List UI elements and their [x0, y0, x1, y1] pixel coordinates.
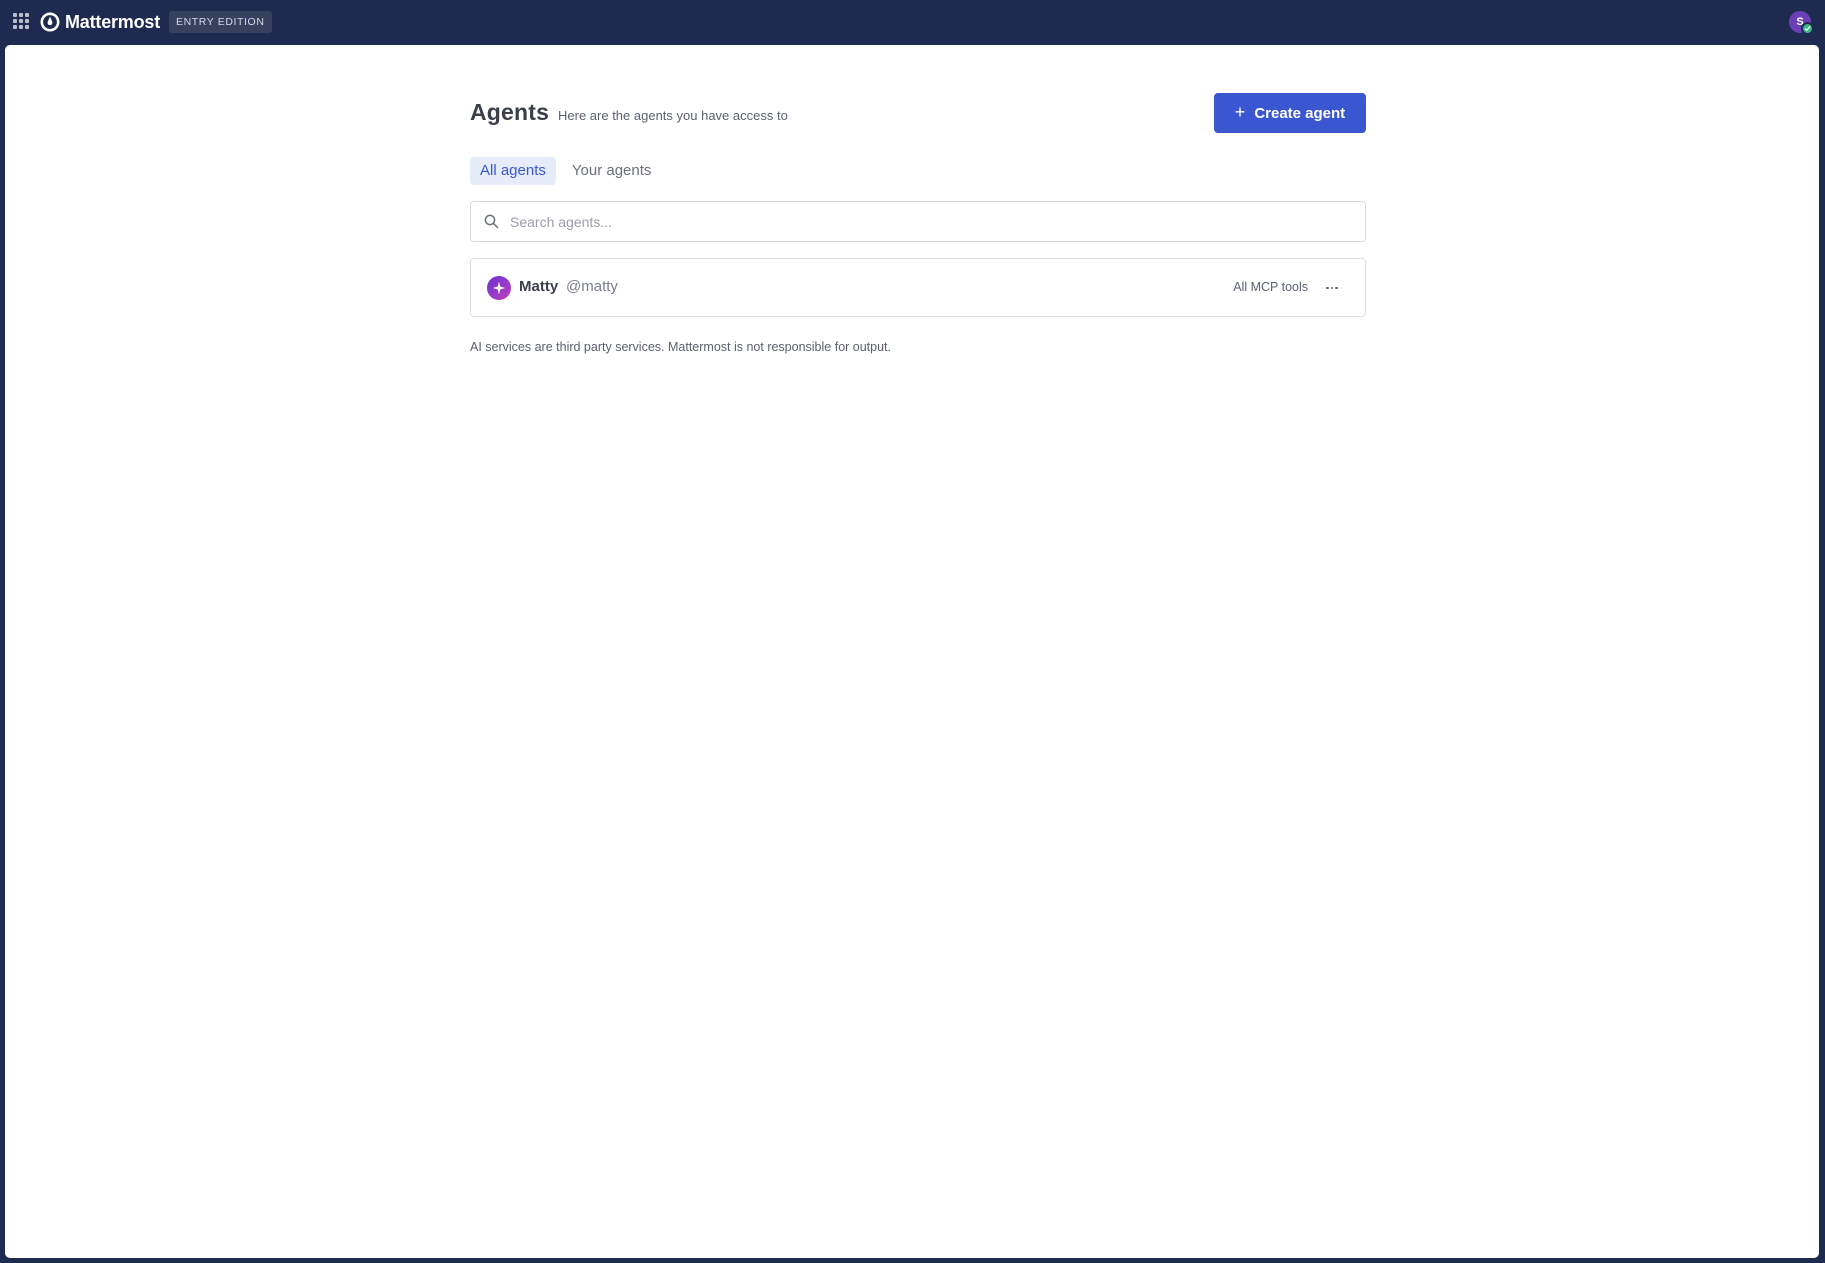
online-status-icon	[1801, 22, 1814, 35]
agent-list-item[interactable]: Matty @matty All MCP tools	[470, 258, 1366, 317]
page-title: Agents	[470, 99, 550, 125]
ai-disclaimer: AI services are third party services. Ma…	[470, 340, 892, 354]
more-options-icon[interactable]	[1321, 277, 1343, 299]
create-agent-label: Create agent	[1254, 104, 1346, 122]
search-box	[470, 201, 1366, 242]
app-name: Mattermost	[65, 11, 161, 32]
tab-your-agents[interactable]: Your agents	[562, 157, 662, 185]
edition-badge: ENTRY EDITION	[169, 11, 272, 33]
plus-icon: +	[1234, 102, 1246, 122]
product-menu-icon[interactable]	[13, 13, 31, 31]
global-header: Mattermost ENTRY EDITION S	[0, 0, 1825, 44]
agent-tabs: All agents Your agents	[470, 157, 661, 185]
agent-avatar	[487, 276, 511, 300]
agent-tools-label: All MCP tools	[1233, 280, 1308, 294]
create-agent-button[interactable]: + Create agent	[1214, 93, 1366, 133]
agent-handle: @matty	[566, 278, 618, 295]
search-icon	[484, 214, 499, 229]
search-input[interactable]	[508, 202, 1348, 241]
agent-name: Matty	[519, 278, 559, 295]
mattermost-logo-icon	[40, 12, 60, 32]
tab-all-agents[interactable]: All agents	[470, 157, 556, 185]
sparkle-icon	[492, 281, 506, 295]
main-panel: Agents Here are the agents you have acce…	[5, 45, 1819, 1258]
page-subtitle: Here are the agents you have access to	[558, 108, 788, 123]
mattermost-logo[interactable]: Mattermost	[40, 10, 160, 34]
page-header: Agents Here are the agents you have acce…	[470, 93, 1366, 133]
